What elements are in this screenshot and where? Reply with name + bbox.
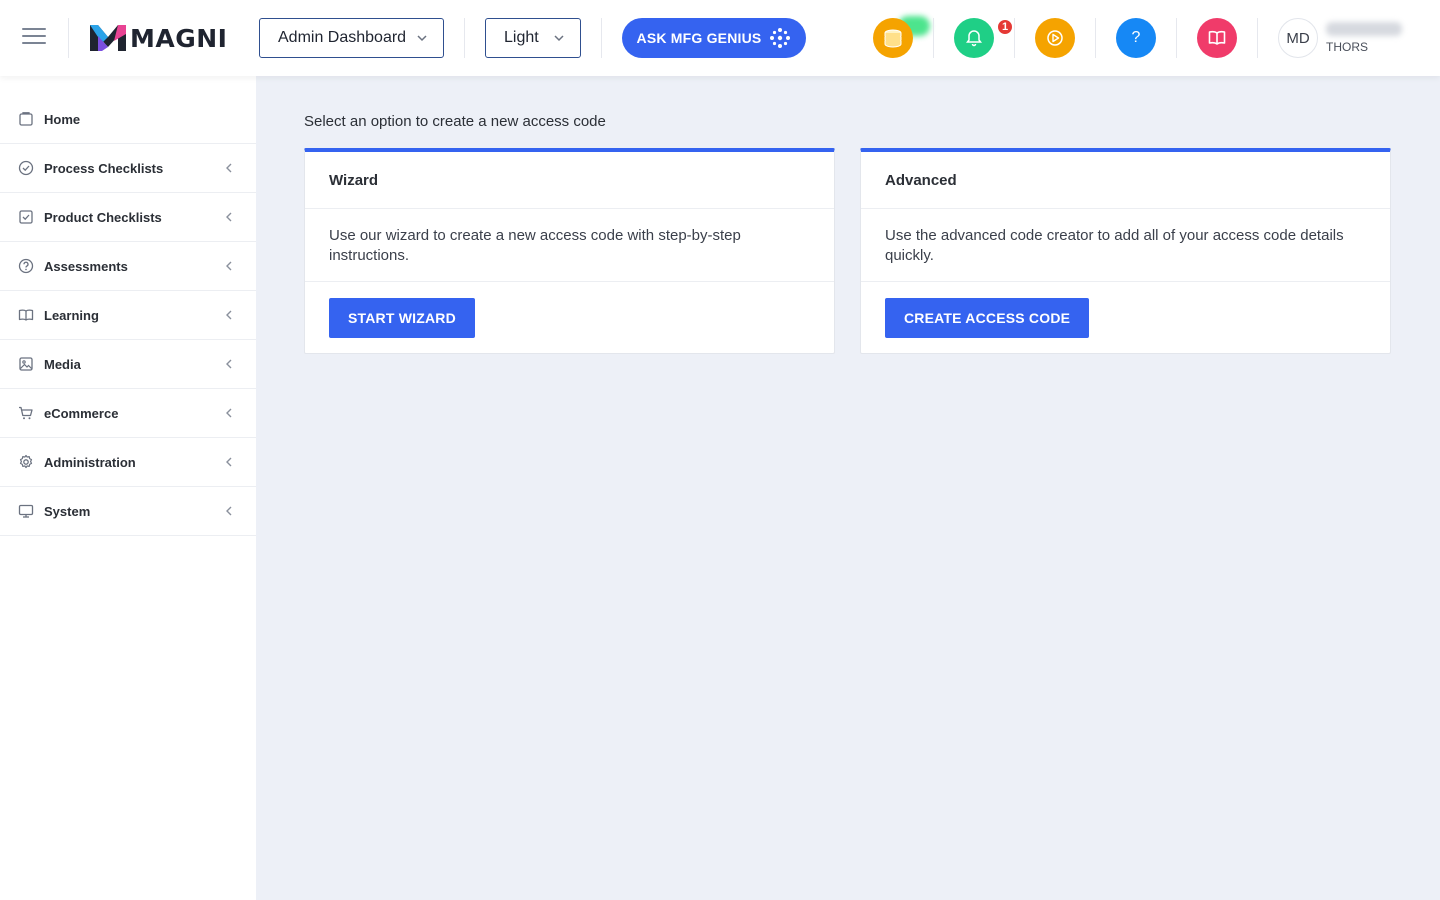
book-open-icon (18, 309, 34, 321)
magni-logo[interactable]: MAGNI (90, 23, 227, 53)
notifications-button[interactable] (954, 18, 994, 58)
coins-button[interactable] (873, 18, 913, 58)
sparkle-icon (770, 28, 791, 48)
sidebar-item-label: System (44, 503, 91, 519)
home-icon (19, 112, 33, 126)
chevron-left-icon (226, 408, 232, 418)
sidebar-item-home[interactable]: Home (0, 95, 256, 144)
header-divider (1257, 18, 1258, 58)
card-footer: START WIZARD (305, 282, 834, 338)
card-description: Use our wizard to create a new access co… (305, 209, 834, 282)
check-circle-icon (18, 160, 34, 176)
chevron-left-icon (226, 261, 232, 271)
header-divider (1176, 18, 1177, 58)
sidebar-item-label: Process Checklists (44, 160, 164, 176)
header-divider (933, 18, 934, 58)
gear-icon (19, 454, 33, 469)
create-access-code-button[interactable]: CREATE ACCESS CODE (885, 298, 1090, 338)
header-divider (68, 18, 69, 58)
header-divider (1095, 18, 1096, 58)
sidebar-item-learning[interactable]: Learning (0, 291, 256, 340)
chevron-left-icon (226, 310, 232, 320)
sidebar-item-administration[interactable]: Administration (0, 438, 256, 487)
help-button[interactable]: ? (1116, 18, 1156, 58)
page-intro-text: Select an option to create a new access … (304, 113, 606, 130)
sidebar-item-product-checklists[interactable]: Product Checklists (0, 193, 256, 242)
advanced-card: Advanced Use the advanced code creator t… (860, 148, 1391, 354)
sidebar-item-label: Product Checklists (44, 209, 162, 225)
help-icon: ? (1131, 29, 1141, 46)
chevron-left-icon (226, 457, 232, 467)
sidebar-item-label: Home (44, 111, 81, 127)
play-button[interactable] (1035, 18, 1075, 58)
header-divider (1014, 18, 1015, 58)
logo-text: MAGNI (130, 23, 228, 53)
user-name-redacted (1326, 22, 1402, 36)
question-circle-icon (18, 258, 34, 274)
theme-select-value: Light (504, 29, 539, 46)
sidebar-item-label: Assessments (44, 258, 128, 274)
menu-icon[interactable] (22, 28, 46, 48)
sidebar-item-label: Media (44, 356, 81, 372)
magni-logo-mark-icon (90, 25, 126, 51)
card-title: Wizard (305, 152, 834, 209)
bell-icon (966, 30, 982, 47)
ask-mfg-genius-button[interactable]: ASK MFG GENIUS (622, 18, 806, 58)
image-icon (19, 357, 33, 371)
user-organization: THORS (1326, 40, 1368, 54)
sidebar-item-media[interactable]: Media (0, 340, 256, 389)
sidebar-item-assessments[interactable]: Assessments (0, 242, 256, 291)
sidebar-item-process-checklists[interactable]: Process Checklists (0, 144, 256, 193)
header-divider (601, 18, 602, 58)
play-icon (1047, 30, 1063, 46)
monitor-icon (18, 504, 34, 518)
sidebar-item-label: Learning (44, 307, 99, 323)
theme-select[interactable]: Light (485, 18, 581, 58)
notification-count-badge: 1 (996, 18, 1014, 36)
chevron-down-icon (417, 35, 427, 42)
card-description: Use the advanced code creator to add all… (861, 209, 1390, 282)
sidebar-item-ecommerce[interactable]: eCommerce (0, 389, 256, 438)
cart-icon (19, 406, 33, 420)
chevron-left-icon (226, 359, 232, 369)
book-icon (1208, 30, 1226, 45)
start-wizard-button[interactable]: START WIZARD (329, 298, 475, 338)
header-divider (464, 18, 465, 58)
sidebar-item-system[interactable]: System (0, 487, 256, 536)
top-header: MAGNI Admin Dashboard Light ASK MFG GENI… (0, 0, 1440, 76)
ask-button-label: ASK MFG GENIUS (636, 30, 762, 46)
avatar[interactable]: MD (1278, 18, 1318, 58)
chevron-left-icon (226, 163, 232, 173)
wizard-card: Wizard Use our wizard to create a new ac… (304, 148, 835, 354)
sidebar-item-label: Administration (44, 454, 136, 470)
check-square-icon (19, 210, 33, 224)
dashboard-select[interactable]: Admin Dashboard (259, 18, 444, 58)
sidebar: Home Process Checklists Product Checklis… (0, 76, 256, 900)
card-footer: CREATE ACCESS CODE (861, 282, 1390, 338)
chevron-down-icon (554, 35, 564, 42)
chevron-left-icon (226, 506, 232, 516)
chevron-left-icon (226, 212, 232, 222)
coins-icon (884, 29, 902, 48)
card-title: Advanced (861, 152, 1390, 209)
sidebar-item-label: eCommerce (44, 405, 119, 421)
dashboard-select-value: Admin Dashboard (278, 29, 407, 46)
book-button[interactable] (1197, 18, 1237, 58)
